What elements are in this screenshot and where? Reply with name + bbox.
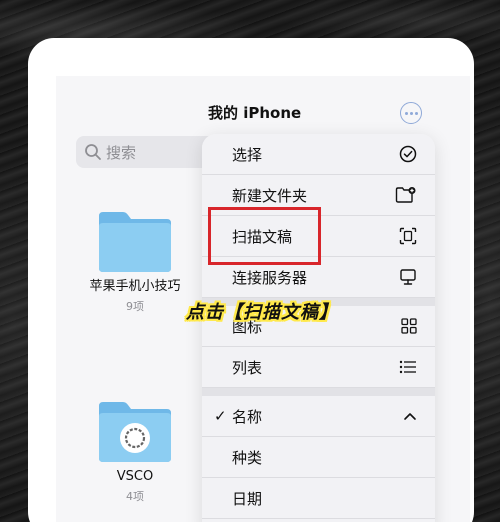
menu-item-label: 列表 xyxy=(232,358,263,377)
checkmark-icon: ✓ xyxy=(214,407,227,425)
more-options-button[interactable] xyxy=(400,102,422,124)
menu-divider xyxy=(202,388,435,396)
scan-document-icon xyxy=(399,227,417,245)
checkmark-circle-icon xyxy=(399,145,417,163)
menu-item-sort-kind[interactable]: 种类 xyxy=(202,437,435,478)
dot-icon xyxy=(414,111,418,115)
grid-icon xyxy=(401,318,417,334)
menu-item-sort-name[interactable]: ✓ 名称 xyxy=(202,396,435,437)
menu-item-label: 连接服务器 xyxy=(232,268,308,287)
highlight-box xyxy=(208,207,321,265)
folder-item[interactable]: VSCO 4项 xyxy=(80,400,190,504)
menu-item-label: 种类 xyxy=(232,448,263,467)
folder-count: 4项 xyxy=(126,490,144,503)
search-placeholder: 搜索 xyxy=(106,143,137,162)
menu-item-select[interactable]: 选择 xyxy=(202,134,435,175)
menu-item-list-view[interactable]: 列表 xyxy=(202,347,435,388)
folder-add-icon xyxy=(395,187,416,203)
menu-item-label: 日期 xyxy=(232,489,263,508)
folder-item[interactable]: 苹果手机小技巧 9项 xyxy=(80,210,190,314)
dot-icon xyxy=(404,111,408,115)
context-menu: 选择 新建文件夹 扫描文稿 连接服务器 图标 列表 ✓ 名称 种类 日期 xyxy=(202,134,435,522)
dot-icon xyxy=(409,111,413,115)
chevron-up-icon xyxy=(404,413,416,420)
list-icon xyxy=(399,360,416,374)
menu-item-label: 名称 xyxy=(232,407,263,426)
folder-name: VSCO xyxy=(116,469,154,484)
menu-item-label: 选择 xyxy=(232,145,263,164)
menu-item-sort-date[interactable]: 日期 xyxy=(202,478,435,519)
server-monitor-icon xyxy=(400,269,416,285)
folder-count: 9项 xyxy=(126,300,144,313)
search-icon xyxy=(85,144,101,160)
menu-item-label-wrap: ✓ 名称 xyxy=(214,406,262,427)
folder-name: 苹果手机小技巧 xyxy=(89,279,181,294)
folder-icon xyxy=(95,400,175,462)
search-input[interactable]: 搜索 xyxy=(76,136,216,168)
page-title: 我的 iPhone xyxy=(208,104,302,122)
instruction-caption: 点击【扫描文稿】 xyxy=(186,302,338,323)
menu-item-label: 新建文件夹 xyxy=(232,186,308,205)
folder-icon xyxy=(99,212,171,272)
